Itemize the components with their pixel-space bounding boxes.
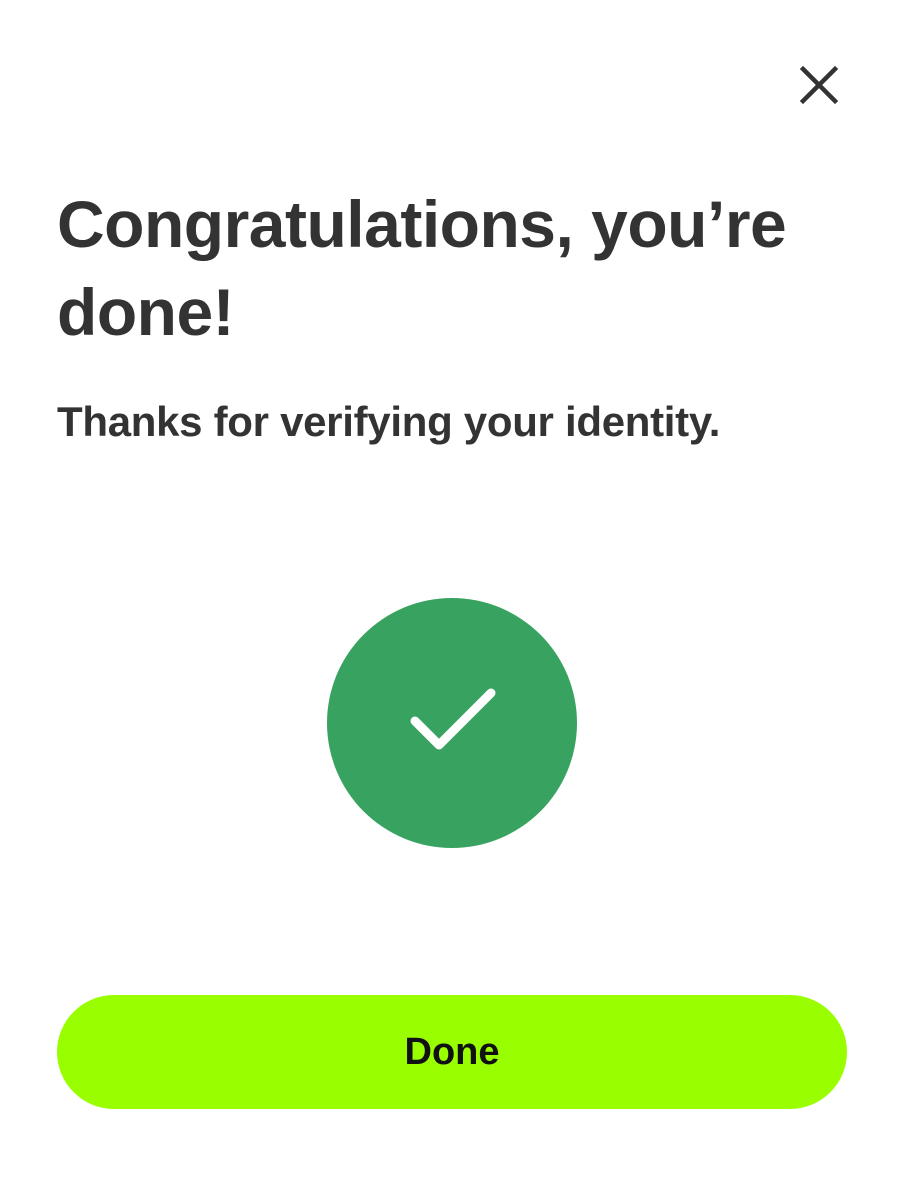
checkmark-icon (410, 688, 496, 750)
close-icon (799, 65, 839, 105)
done-button[interactable]: Done (57, 995, 847, 1109)
page-subtitle: Thanks for verifying your identity. (57, 398, 721, 445)
page-title: Congratulations, you’re done! (57, 187, 787, 349)
success-badge (327, 598, 577, 848)
verification-complete-screen: Congratulations, you’re done! Thanks for… (0, 0, 903, 1200)
close-button[interactable] (790, 56, 848, 114)
